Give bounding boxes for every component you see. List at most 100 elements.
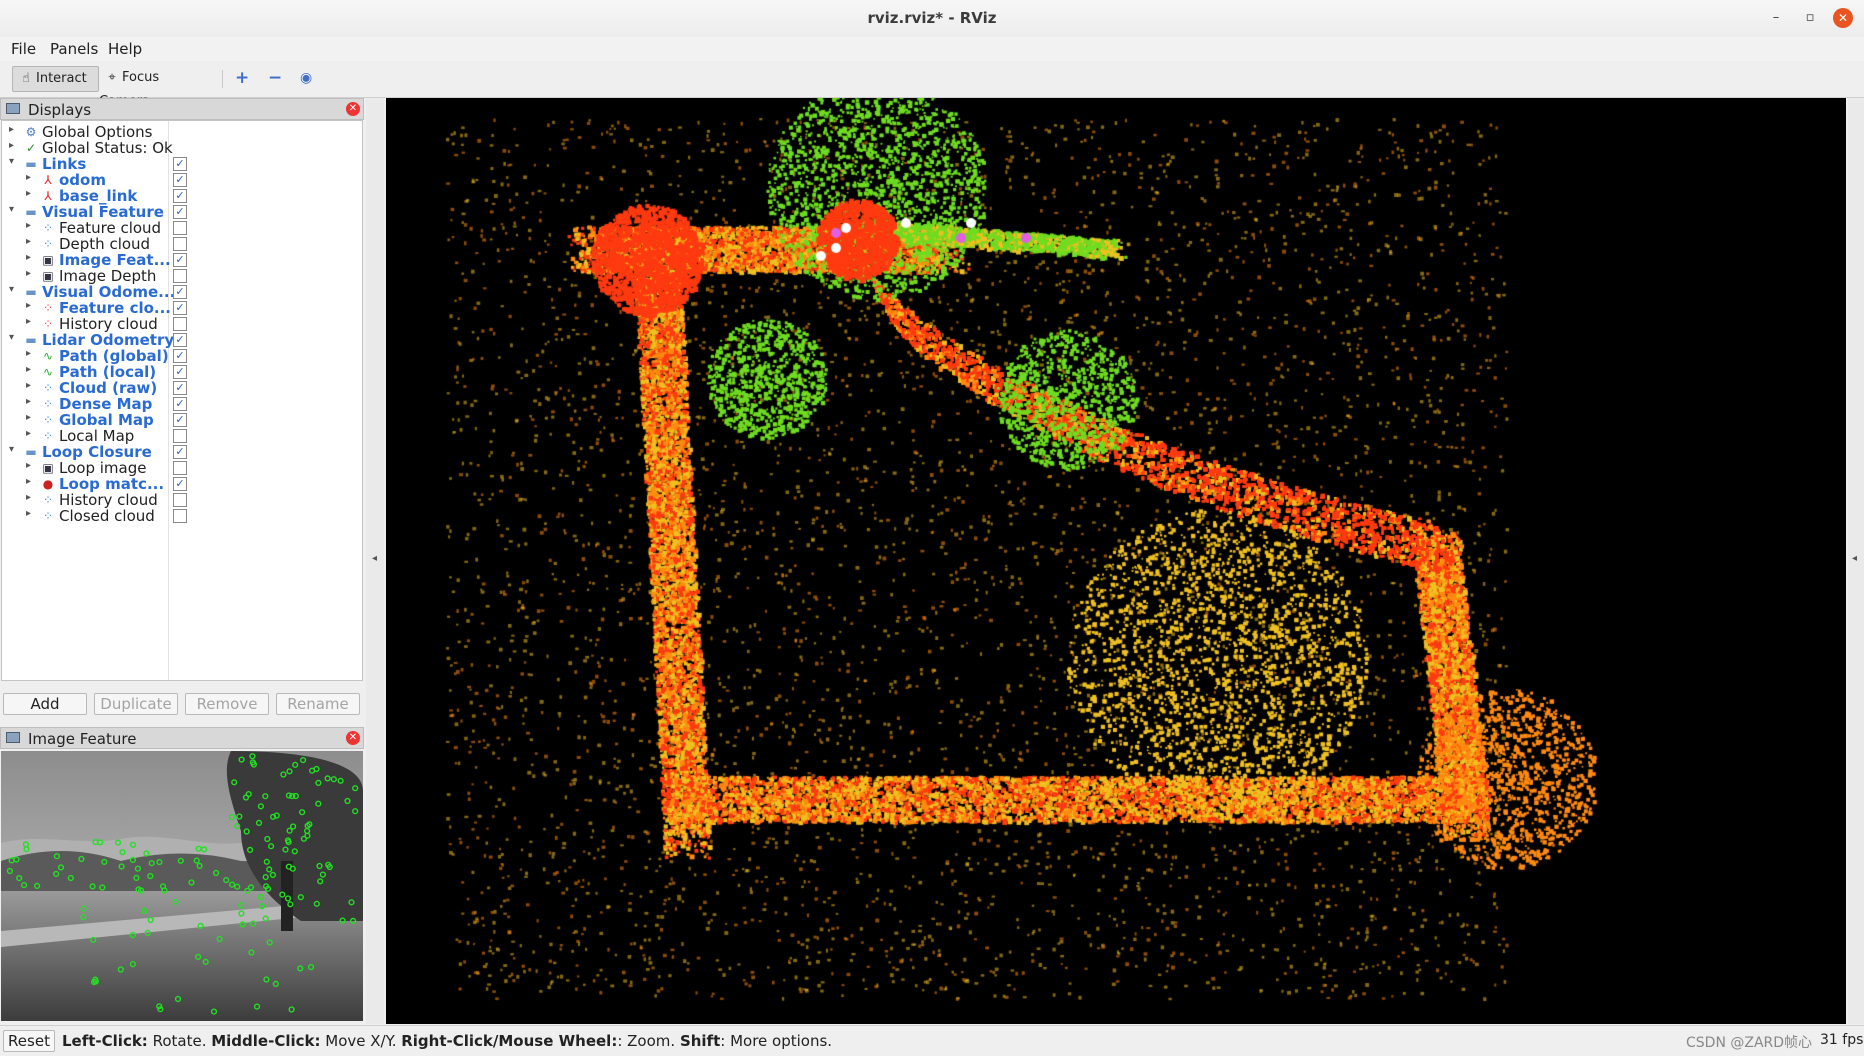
cloud-icon: ⁘ (42, 509, 54, 523)
chevron-right-icon[interactable]: ▸ (26, 380, 31, 391)
tree-row[interactable]: ▸ ⁘ Closed cloud (2, 507, 362, 526)
enable-checkbox[interactable]: ✓ (173, 173, 187, 187)
hint-more: : More options. (720, 1032, 833, 1050)
focus-camera-tool-button[interactable]: ⌖Focus Camera (99, 66, 209, 109)
image-feature-panel-title: Image Feature (28, 730, 137, 748)
enable-checkbox[interactable]: ✓ (173, 349, 187, 363)
chevron-right-icon[interactable]: ▸ (26, 396, 31, 407)
minimize-button[interactable]: – (1766, 8, 1786, 28)
enable-checkbox[interactable] (173, 269, 187, 283)
toolbar: ☝ Interact ⌖Focus Camera + − ◉ (0, 61, 1864, 109)
enable-checkbox[interactable]: ✓ (173, 413, 187, 427)
chevron-right-icon[interactable]: ▸ (26, 236, 31, 247)
close-panel-icon[interactable]: ✕ (346, 731, 360, 745)
add-button[interactable]: Add (3, 693, 87, 715)
enable-checkbox[interactable] (173, 429, 187, 443)
chevron-right-icon[interactable]: ▸ (26, 268, 31, 279)
maximize-button[interactable]: ▫ (1800, 8, 1820, 28)
chevron-down-icon[interactable]: ▾ (9, 156, 14, 167)
menu-help[interactable]: Help (108, 40, 142, 58)
collapse-left-icon[interactable]: ◂ (372, 553, 377, 564)
duplicate-button[interactable]: Duplicate (94, 693, 178, 715)
folder-icon: ▬ (25, 333, 37, 347)
enable-checkbox[interactable] (173, 221, 187, 235)
tree-row-label: Closed cloud (59, 507, 155, 525)
enable-checkbox[interactable]: ✓ (173, 285, 187, 299)
plus-icon[interactable]: + (235, 68, 249, 88)
chevron-down-icon[interactable]: ▾ (9, 332, 14, 343)
hint-left-click: Left-Click: (62, 1032, 148, 1050)
reset-button[interactable]: Reset (3, 1030, 55, 1052)
monitor-icon (6, 103, 20, 114)
enable-checkbox[interactable] (173, 461, 187, 475)
3d-viewport[interactable] (386, 98, 1846, 1024)
chevron-right-icon[interactable]: ▸ (26, 348, 31, 359)
remove-button[interactable]: Remove (185, 693, 269, 715)
interact-tool-label: Interact (36, 71, 87, 86)
chevron-right-icon[interactable]: ▸ (26, 188, 31, 199)
watermark: CSDN @ZARD帧心 (1686, 1035, 1813, 1051)
displays-panel-title: Displays (28, 101, 92, 119)
enable-checkbox[interactable]: ✓ (173, 477, 187, 491)
enable-checkbox[interactable]: ✓ (173, 365, 187, 379)
right-dock-edge[interactable]: ◂ (1848, 98, 1864, 1024)
enable-checkbox[interactable]: ✓ (173, 301, 187, 315)
enable-checkbox[interactable] (173, 237, 187, 251)
point-cloud-map[interactable] (386, 98, 1846, 1024)
chevron-right-icon[interactable]: ▸ (9, 124, 14, 135)
cloud-icon: ⁘ (42, 413, 54, 427)
path-icon: ∿ (42, 365, 54, 379)
image-icon: ▣ (42, 269, 54, 283)
chevron-right-icon[interactable]: ▸ (9, 140, 14, 151)
hint-right-click: Right-Click/Mouse Wheel: (401, 1032, 618, 1050)
check-icon: ✓ (25, 141, 37, 155)
displays-tree[interactable]: ▸ ⚙ Global Options ▸ ✓ Global Status: Ok ▾ ▬ Lin… (1, 120, 363, 681)
chevron-right-icon[interactable]: ▸ (26, 220, 31, 231)
enable-checkbox[interactable]: ✓ (173, 157, 187, 171)
chevron-right-icon[interactable]: ▸ (26, 428, 31, 439)
image-feature-view (1, 751, 363, 1021)
enable-checkbox[interactable]: ✓ (173, 397, 187, 411)
menu-panels[interactable]: Panels (50, 40, 98, 58)
enable-checkbox[interactable] (173, 317, 187, 331)
window-title: rviz.rviz* - RViz (867, 9, 997, 27)
enable-checkbox[interactable] (173, 509, 187, 523)
chevron-right-icon[interactable]: ▸ (26, 476, 31, 487)
rename-button[interactable]: Rename (276, 693, 360, 715)
enable-checkbox[interactable]: ✓ (173, 381, 187, 395)
collapse-right-icon[interactable]: ◂ (1852, 553, 1857, 564)
chevron-right-icon[interactable]: ▸ (26, 316, 31, 327)
chevron-right-icon[interactable]: ▸ (26, 300, 31, 311)
cloud-icon: ⁘ (42, 397, 54, 411)
minus-icon[interactable]: − (268, 68, 282, 88)
enable-checkbox[interactable]: ✓ (173, 253, 187, 267)
cloud-icon: ⁘ (42, 221, 54, 235)
panel-splitter[interactable]: ◂ (366, 98, 384, 1024)
window-titlebar: rviz.rviz* - RViz – ▫ ✕ (0, 0, 1864, 38)
cloud-icon: ⁘ (42, 237, 54, 251)
chevron-right-icon[interactable]: ▸ (26, 172, 31, 183)
close-panel-icon[interactable]: ✕ (346, 102, 360, 116)
chevron-right-icon[interactable]: ▸ (26, 364, 31, 375)
chevron-right-icon[interactable]: ▸ (26, 492, 31, 503)
enable-checkbox[interactable] (173, 493, 187, 507)
close-button[interactable]: ✕ (1833, 8, 1853, 28)
cloud-icon: ⁘ (42, 381, 54, 395)
chevron-right-icon[interactable]: ▸ (26, 412, 31, 423)
chevron-right-icon[interactable]: ▸ (26, 508, 31, 519)
chevron-down-icon[interactable]: ▾ (9, 284, 14, 295)
enable-checkbox[interactable]: ✓ (173, 445, 187, 459)
enable-checkbox[interactable]: ✓ (173, 333, 187, 347)
menu-file[interactable]: File (11, 40, 36, 58)
chevron-down-icon[interactable]: ▾ (9, 204, 14, 215)
interact-tool-button[interactable]: ☝ Interact (12, 66, 99, 92)
folder-icon: ▬ (25, 445, 37, 459)
eye-icon[interactable]: ◉ (300, 70, 312, 86)
axes-icon: ⅄ (44, 173, 52, 187)
enable-checkbox[interactable]: ✓ (173, 205, 187, 219)
enable-checkbox[interactable]: ✓ (173, 189, 187, 203)
folder-icon: ▬ (25, 285, 37, 299)
chevron-right-icon[interactable]: ▸ (26, 460, 31, 471)
chevron-down-icon[interactable]: ▾ (9, 444, 14, 455)
chevron-right-icon[interactable]: ▸ (26, 252, 31, 263)
